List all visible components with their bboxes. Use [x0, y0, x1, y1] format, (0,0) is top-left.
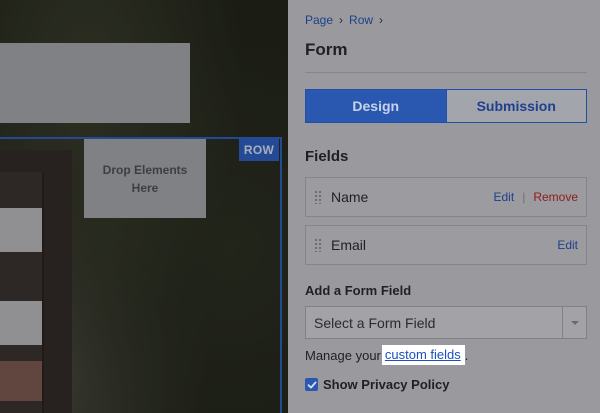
breadcrumb-separator: › — [379, 13, 384, 27]
manage-suffix: . — [464, 347, 469, 363]
settings-panel: Page › Row › Form Design Submission Fiel… — [288, 0, 600, 413]
breadcrumb-row[interactable]: Row — [349, 13, 373, 27]
chevron-down-icon[interactable] — [562, 307, 586, 338]
breadcrumb: Page › Row › — [305, 13, 383, 27]
privacy-policy-toggle[interactable]: Show Privacy Policy — [305, 377, 449, 392]
drag-handle-icon[interactable] — [314, 238, 322, 252]
custom-fields-link[interactable]: custom fields — [381, 345, 465, 365]
breadcrumb-page[interactable]: Page — [305, 13, 333, 27]
tab-submission[interactable]: Submission — [446, 89, 587, 123]
remove-field-button[interactable]: Remove — [533, 190, 578, 204]
tab-design[interactable]: Design — [305, 89, 447, 123]
select-value: Select a Form Field — [314, 314, 436, 331]
field-label: Name — [331, 189, 369, 205]
action-separator: | — [522, 190, 526, 204]
panel-tabs: Design Submission — [305, 89, 587, 123]
drag-handle-icon[interactable] — [314, 190, 322, 204]
manage-prefix: Manage your — [305, 347, 381, 363]
panel-title: Form — [305, 40, 348, 59]
fields-heading: Fields — [305, 148, 349, 165]
edit-field-button[interactable]: Edit — [557, 238, 578, 252]
manage-custom-fields: Manage your custom fields . — [305, 345, 468, 365]
checkbox-checked-icon[interactable] — [305, 378, 318, 391]
divider — [305, 72, 587, 73]
edit-field-button[interactable]: Edit — [494, 190, 515, 204]
editor-canvas[interactable]: ROW Drop Elements Here — [0, 0, 288, 413]
canvas-overlay — [0, 0, 288, 413]
field-label: Email — [331, 237, 367, 253]
privacy-policy-label: Show Privacy Policy — [323, 377, 450, 392]
field-row-name[interactable]: Name Edit | Remove — [305, 177, 587, 217]
form-field-select[interactable]: Select a Form Field — [305, 306, 587, 339]
field-row-email[interactable]: Email Edit — [305, 225, 587, 265]
breadcrumb-separator: › — [339, 13, 344, 27]
add-field-heading: Add a Form Field — [305, 283, 412, 298]
